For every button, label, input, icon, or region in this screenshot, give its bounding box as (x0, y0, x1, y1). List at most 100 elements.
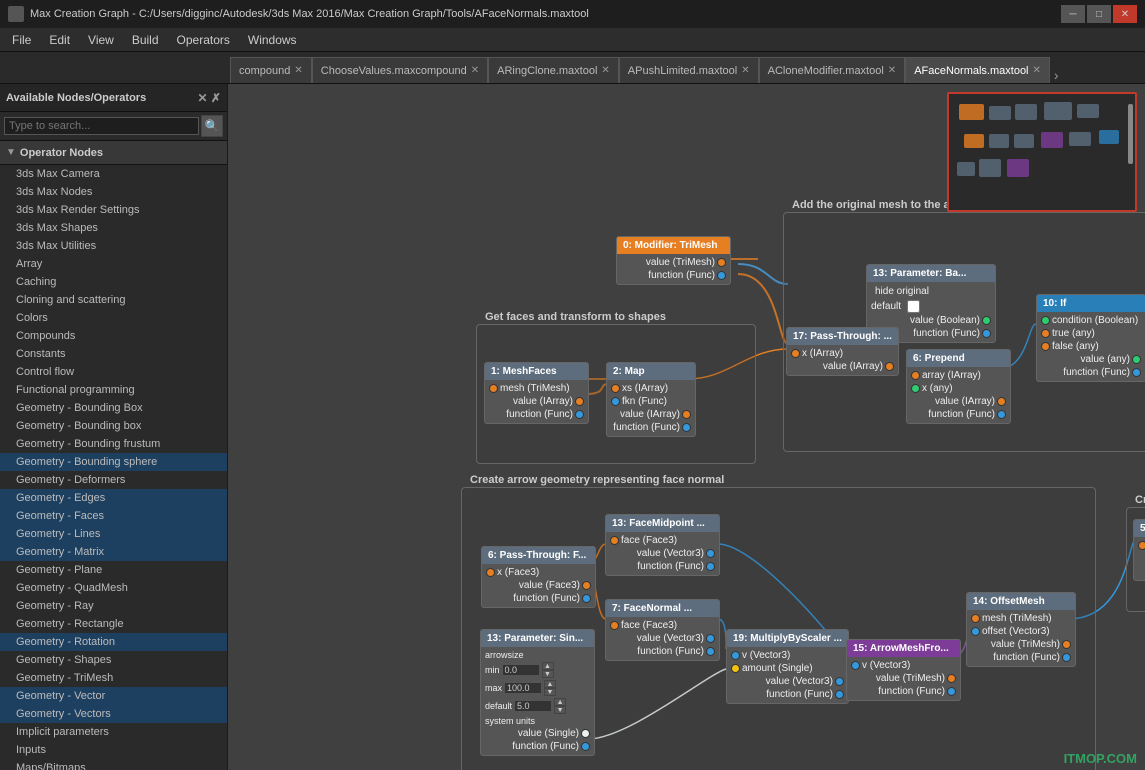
list-item-geo-frustum[interactable]: Geometry - Bounding frustum (0, 435, 227, 453)
menu-view[interactable]: View (80, 31, 122, 49)
list-item-functional[interactable]: Functional programming (0, 381, 227, 399)
list-item-maps[interactable]: Maps/Bitmaps (0, 759, 227, 770)
port-label: function (Func) (1063, 367, 1130, 378)
menu-file[interactable]: File (4, 31, 39, 49)
node-prepend[interactable]: 6: Prepend array (IArray) x (any) value … (906, 349, 1011, 424)
list-item-geo-bbox[interactable]: Geometry - Bounding Box (0, 399, 227, 417)
node-modifier-trimesh[interactable]: 0: Modifier: TriMesh value (TriMesh) fun… (616, 236, 731, 285)
list-item-3ds-render[interactable]: 3ds Max Render Settings (0, 201, 227, 219)
node-row: mesh (TriMesh) (967, 612, 1075, 625)
list-item-compounds[interactable]: Compounds (0, 327, 227, 345)
tab-afacenormals[interactable]: AFaceNormals.maxtool ✕ (905, 57, 1050, 83)
param-default-down[interactable]: ▼ (554, 706, 566, 714)
list-item-caching[interactable]: Caching (0, 273, 227, 291)
list-item-geo-trimesh[interactable]: Geometry - TriMesh (0, 669, 227, 687)
param-default-up[interactable]: ▲ (554, 698, 566, 706)
param-max-down[interactable]: ▼ (544, 688, 556, 696)
tab-close-apushlimited[interactable]: ✕ (741, 65, 749, 76)
node-facenormal[interactable]: 7: FaceNormal ... face (Face3) value (Ve… (605, 599, 720, 661)
close-button[interactable]: ✕ (1113, 5, 1137, 23)
node-arrowmesh[interactable]: 15: ArrowMeshFro... v (Vector3) value (T… (846, 639, 961, 701)
node-pass17[interactable]: 17: Pass-Through: ... x (IArray) value (… (786, 327, 899, 376)
port-label: amount (Single) (742, 663, 813, 674)
list-item-geo-edges[interactable]: Geometry - Edges (0, 489, 227, 507)
menu-windows[interactable]: Windows (240, 31, 305, 49)
list-item-implicit[interactable]: Implicit parameters (0, 723, 227, 741)
list-item-3ds-nodes[interactable]: 3ds Max Nodes (0, 183, 227, 201)
port-label: value (IArray) (620, 409, 680, 420)
list-item-inputs[interactable]: Inputs (0, 741, 227, 759)
param-max-up[interactable]: ▲ (544, 680, 556, 688)
node-combineall[interactable]: 5: CombineAllMeshes ... meshes (IArray) … (1133, 519, 1145, 581)
output-port (581, 742, 590, 751)
node-if[interactable]: 10: If condition (Boolean) true (any) fa… (1036, 294, 1145, 382)
node-multiply[interactable]: 19: MultiplyByScaler ... v (Vector3) amo… (726, 629, 849, 704)
tab-close-aringclone[interactable]: ✕ (601, 65, 609, 76)
node-param-single[interactable]: 13: Parameter: Sin... arrowsize min ▲ ▼ … (480, 629, 595, 756)
list-item-geo-faces[interactable]: Geometry - Faces (0, 507, 227, 525)
param-min-input[interactable] (502, 664, 540, 676)
port-label: mesh (TriMesh) (982, 613, 1052, 624)
list-item-geo-sphere[interactable]: Geometry - Bounding sphere (0, 453, 227, 471)
param-min-up[interactable]: ▲ (542, 662, 554, 670)
search-box: 🔍 (0, 112, 227, 141)
list-item-control-flow[interactable]: Control flow (0, 363, 227, 381)
menu-build[interactable]: Build (124, 31, 167, 49)
list-item-geo-ray[interactable]: Geometry - Ray (0, 597, 227, 615)
tab-close-aclonemodifier[interactable]: ✕ (888, 65, 896, 76)
tree-header[interactable]: ▼ Operator Nodes (0, 141, 227, 165)
list-item-geo-plane[interactable]: Geometry - Plane (0, 561, 227, 579)
list-item-3ds-utilities[interactable]: 3ds Max Utilities (0, 237, 227, 255)
node-pass6[interactable]: 6: Pass-Through: F... x (Face3) value (F… (481, 546, 596, 608)
list-item-geo-vectors[interactable]: Geometry - Vectors (0, 705, 227, 723)
list-item-geo-lines[interactable]: Geometry - Lines (0, 525, 227, 543)
list-item-3ds-shapes[interactable]: 3ds Max Shapes (0, 219, 227, 237)
list-item-geo-vector[interactable]: Geometry - Vector (0, 687, 227, 705)
menu-edit[interactable]: Edit (41, 31, 78, 49)
list-item-3ds-camera[interactable]: 3ds Max Camera (0, 165, 227, 183)
tab-close-compound[interactable]: ✕ (294, 65, 302, 76)
window-title: Max Creation Graph - C:/Users/digginc/Au… (30, 8, 1055, 20)
list-item-array[interactable]: Array (0, 255, 227, 273)
list-item-geo-boundingbox[interactable]: Geometry - Bounding box (0, 417, 227, 435)
param-default-input[interactable] (514, 700, 552, 712)
tab-close-afacenormals[interactable]: ✕ (1033, 65, 1041, 76)
node-map[interactable]: 2: Map xs (IArray) fkn (Func) value (IAr… (606, 362, 696, 437)
maximize-button[interactable]: □ (1087, 5, 1111, 23)
node-facemidpoint[interactable]: 13: FaceMidpoint ... face (Face3) value … (605, 514, 720, 576)
tab-aringclone[interactable]: ARingClone.maxtool ✕ (488, 57, 619, 83)
tab-compound[interactable]: compound ✕ (230, 57, 312, 83)
list-item-colors[interactable]: Colors (0, 309, 227, 327)
list-item-constants[interactable]: Constants (0, 345, 227, 363)
list-item-geo-deformers[interactable]: Geometry - Deformers (0, 471, 227, 489)
node-meshfaces[interactable]: 1: MeshFaces mesh (TriMesh) value (IArra… (484, 362, 589, 424)
list-item-geo-shapes[interactable]: Geometry - Shapes (0, 651, 227, 669)
param-checkbox[interactable] (907, 300, 920, 313)
tab-apushlimited[interactable]: APushLimited.maxtool ✕ (619, 57, 759, 83)
node-list[interactable]: 3ds Max Camera 3ds Max Nodes 3ds Max Ren… (0, 165, 227, 770)
search-input[interactable] (4, 117, 199, 135)
list-item-geo-matrix[interactable]: Geometry - Matrix (0, 543, 227, 561)
tab-choosevalues[interactable]: ChooseValues.maxcompound ✕ (312, 57, 488, 83)
tab-scroll-right[interactable]: › (1054, 67, 1059, 83)
minimize-button[interactable]: ─ (1061, 5, 1085, 23)
canvas-area[interactable]: Get faces and transform to shapes Add th… (228, 84, 1145, 770)
minimap[interactable] (947, 92, 1137, 212)
search-button[interactable]: 🔍 (201, 115, 223, 137)
list-item-geo-quadmesh[interactable]: Geometry - QuadMesh (0, 579, 227, 597)
sidebar-close-button[interactable]: ✕ ✗ (198, 91, 221, 105)
menu-operators[interactable]: Operators (169, 31, 238, 49)
port-label: v (Vector3) (742, 650, 790, 661)
minimap-node (989, 134, 1009, 148)
port-label: face (Face3) (621, 620, 677, 631)
node-offsetmesh[interactable]: 14: OffsetMesh mesh (TriMesh) offset (Ve… (966, 592, 1076, 667)
param-min-down[interactable]: ▼ (542, 670, 554, 678)
tab-label: ACloneModifier.maxtool (768, 65, 884, 77)
list-item-geo-rectangle[interactable]: Geometry - Rectangle (0, 615, 227, 633)
list-item-cloning[interactable]: Cloning and scattering (0, 291, 227, 309)
param-max-input[interactable] (504, 682, 542, 694)
tab-close-choosevalues[interactable]: ✕ (471, 65, 479, 76)
list-item-geo-rotation[interactable]: Geometry - Rotation (0, 633, 227, 651)
node-row: fkn (Func) (607, 395, 695, 408)
tab-aclonemodifier[interactable]: ACloneModifier.maxtool ✕ (759, 57, 906, 83)
